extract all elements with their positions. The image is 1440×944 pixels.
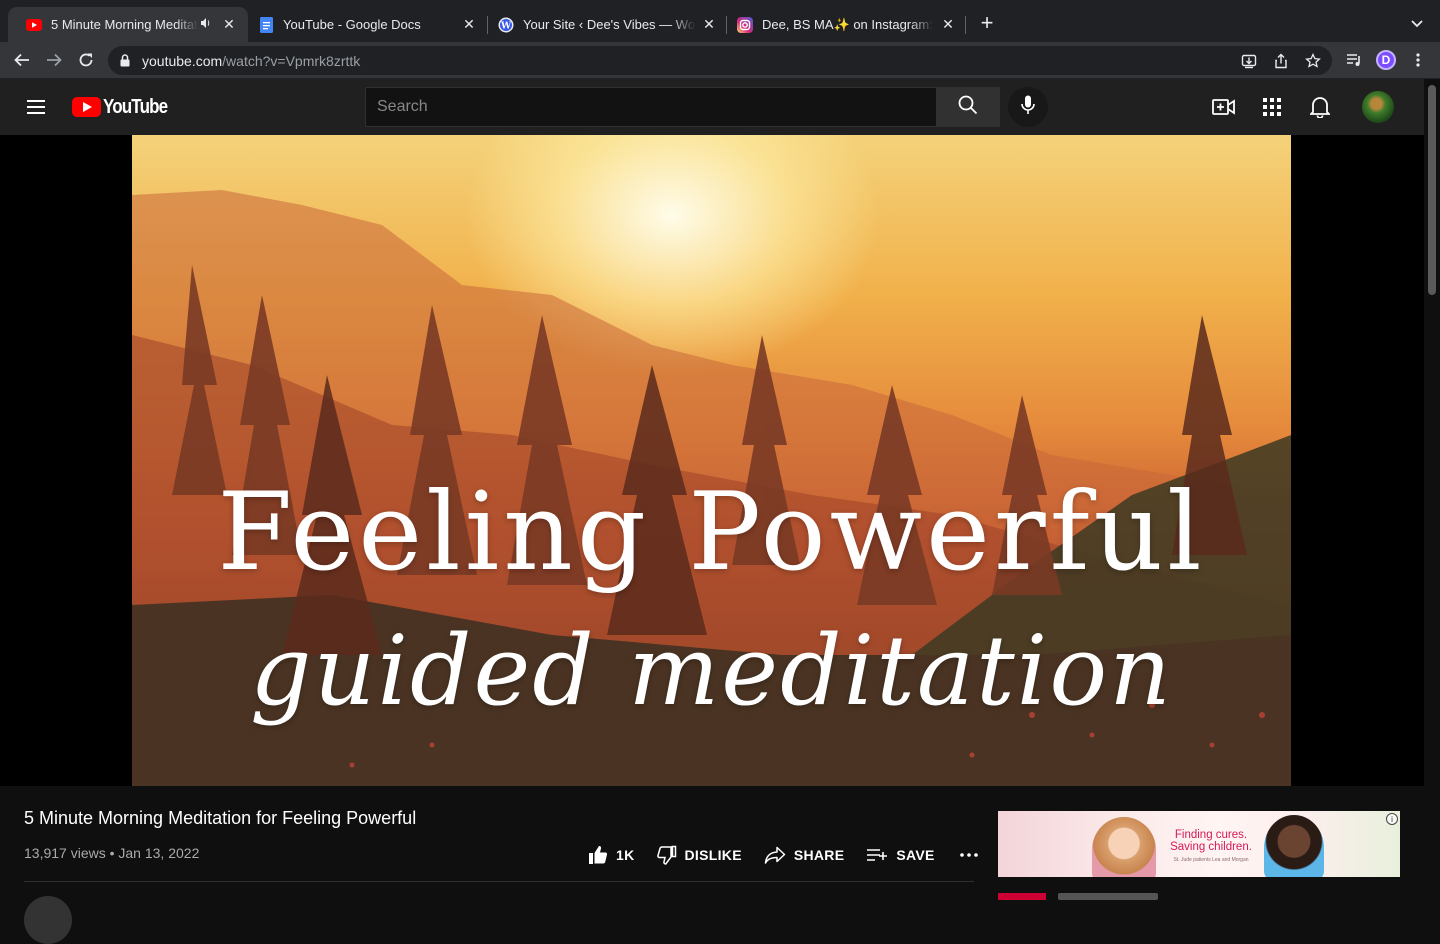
tab-instagram[interactable]: Dee, BS MA✨ on Instagram: " ✕ xyxy=(719,7,967,42)
install-app-icon[interactable] xyxy=(1238,50,1260,72)
share-label: SHARE xyxy=(793,847,845,863)
close-tab-icon[interactable]: ✕ xyxy=(700,16,718,34)
search-box xyxy=(365,87,937,127)
account-avatar[interactable] xyxy=(1362,91,1394,123)
create-video-icon[interactable] xyxy=(1212,95,1236,119)
more-actions-icon[interactable] xyxy=(957,843,981,867)
speaker-icon[interactable] xyxy=(200,17,216,32)
playlist-add-icon xyxy=(867,849,888,861)
tab-search-icon[interactable] xyxy=(1406,13,1428,35)
instagram-icon xyxy=(737,16,753,33)
search-input[interactable] xyxy=(377,98,936,116)
tab-title: Your Site ‹ Dee's Vibes — WordPress xyxy=(523,17,696,32)
video-frame[interactable]: Feeling Powerful guided meditation xyxy=(132,135,1291,786)
companion-ad-thumbnail[interactable] xyxy=(998,893,1046,900)
thumbnail-subline: guided meditation xyxy=(250,615,1173,727)
like-count: 1K xyxy=(616,847,635,863)
description-divider xyxy=(24,881,974,882)
save-label: SAVE xyxy=(896,847,935,863)
ad-photo-child-right xyxy=(1264,815,1324,877)
youtube-logo-text: YouTube xyxy=(103,95,168,118)
video-title: 5 Minute Morning Meditation for Feeling … xyxy=(24,808,417,828)
search-button[interactable] xyxy=(936,87,1000,127)
youtube-play-icon xyxy=(72,97,101,117)
tab-wordpress[interactable]: W Your Site ‹ Dee's Vibes — WordPress ✕ xyxy=(480,7,728,42)
forward-icon[interactable] xyxy=(42,48,66,72)
video-player[interactable]: Feeling Powerful guided meditation xyxy=(0,135,1424,786)
youtube-icon xyxy=(26,17,42,33)
save-button[interactable]: SAVE xyxy=(866,847,934,863)
tab-separator xyxy=(965,16,966,34)
search-icon xyxy=(958,95,978,120)
companion-ad-title[interactable] xyxy=(1058,893,1158,900)
browser-toolbar: youtube.com/watch?v=Vpmrk8zrttk D xyxy=(0,42,1440,79)
notifications-bell-icon[interactable] xyxy=(1308,95,1332,119)
thumbs-up-icon xyxy=(589,846,608,864)
url-text: youtube.com/watch?v=Vpmrk8zrttk xyxy=(142,52,361,69)
apps-grid-icon[interactable] xyxy=(1260,95,1284,119)
new-tab-button[interactable]: + xyxy=(975,12,999,36)
close-tab-icon[interactable]: ✕ xyxy=(460,16,478,34)
ad-photo-child-left xyxy=(1092,817,1156,877)
ad-fine-print: St. Jude patients Lea and Morgan xyxy=(1173,857,1249,863)
scrollbar-thumb[interactable] xyxy=(1428,85,1436,295)
sidebar-ad-banner[interactable]: Finding cures. Saving children. St. Jude… xyxy=(998,811,1400,877)
close-tab-icon[interactable]: ✕ xyxy=(220,16,238,34)
youtube-masthead: YouTube xyxy=(0,79,1424,135)
wordpress-icon: W xyxy=(498,17,514,33)
video-view-count-date: 13,917 views • Jan 13, 2022 xyxy=(24,845,200,861)
tab-youtube-video[interactable]: 5 Minute Morning Meditation for Feeling … xyxy=(8,7,248,42)
bookmark-star-icon[interactable] xyxy=(1302,50,1324,72)
ad-headline: Finding cures. Saving children. xyxy=(1170,829,1252,853)
tab-google-docs[interactable]: YouTube - Google Docs ✕ xyxy=(240,7,488,42)
share-page-icon[interactable] xyxy=(1270,50,1292,72)
ad-info-icon[interactable]: i xyxy=(1386,813,1398,825)
thumbnail-headline: Feeling Powerful xyxy=(217,470,1206,595)
youtube-logo[interactable]: YouTube xyxy=(72,96,179,118)
tab-title: Dee, BS MA✨ on Instagram: " xyxy=(762,16,935,32)
video-actions: 1K DISLIKE SHARE SAVE xyxy=(588,843,981,867)
lock-icon[interactable] xyxy=(120,54,134,67)
address-bar[interactable]: youtube.com/watch?v=Vpmrk8zrttk xyxy=(108,46,1332,75)
close-tab-icon[interactable]: ✕ xyxy=(939,16,957,34)
guide-menu-icon[interactable] xyxy=(24,95,48,119)
tab-title: YouTube - Google Docs xyxy=(283,17,421,32)
thumbs-down-icon xyxy=(656,845,676,865)
tab-title: 5 Minute Morning Meditation for Feeling … xyxy=(51,17,198,32)
back-icon[interactable] xyxy=(10,48,34,72)
channel-avatar[interactable] xyxy=(24,896,72,944)
svg-text:W: W xyxy=(500,21,512,31)
dislike-button[interactable]: DISLIKE xyxy=(656,845,742,865)
page-scrollbar[interactable] xyxy=(1424,79,1440,900)
google-docs-icon xyxy=(258,16,274,33)
media-controls-icon[interactable] xyxy=(1342,48,1366,72)
like-button[interactable]: 1K xyxy=(588,845,635,865)
browser-menu-icon[interactable] xyxy=(1406,48,1430,72)
reload-icon[interactable] xyxy=(74,48,98,72)
dislike-label: DISLIKE xyxy=(684,847,742,863)
share-arrow-icon xyxy=(764,846,786,864)
profile-avatar[interactable]: D xyxy=(1376,50,1396,70)
share-button[interactable]: SHARE xyxy=(764,846,845,864)
browser-tab-strip: 5 Minute Morning Meditation for Feeling … xyxy=(0,0,1440,42)
voice-search-button[interactable] xyxy=(1008,87,1048,127)
microphone-icon xyxy=(1021,95,1035,120)
